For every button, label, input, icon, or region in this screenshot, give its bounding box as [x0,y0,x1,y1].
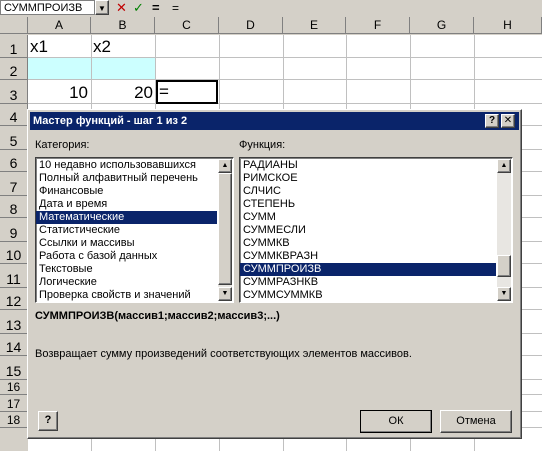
scroll-up-icon[interactable]: ▲ [497,159,511,173]
dialog-title: Мастер функций - шаг 1 из 2 [33,115,188,127]
scroll-thumb[interactable] [497,255,511,277]
row-header-17[interactable]: 17 [0,395,28,412]
category-listbox[interactable]: 10 недавно использовавшихся Полный алфави… [35,157,234,303]
close-icon[interactable]: ✕ [501,114,515,128]
row-header-15[interactable]: 15 [0,356,28,380]
row-headers: 1 2 3 4 5 6 7 8 9 10 11 12 13 14 15 16 1… [0,35,28,451]
title-help-button[interactable]: ? [485,114,499,128]
row-header-2[interactable]: 2 [0,58,28,80]
category-list-item[interactable]: Логические [36,276,217,289]
column-header-g[interactable]: G [410,17,474,34]
function-listbox[interactable]: РАДИАНЫ РИМСКОЕ СЛЧИС СТЕПЕНЬ СУММ СУММЕСЛИ СУ… [239,157,513,303]
scroll-down-icon[interactable]: ▼ [218,287,232,301]
function-list-item[interactable]: СУММПРОИЗВ [240,263,496,276]
function-list-item[interactable]: СУММРАЗНКВ [240,276,496,289]
scroll-down-icon[interactable]: ▼ [497,287,511,301]
cancel-button[interactable]: Отмена [440,410,512,433]
help-icon[interactable]: ? [38,411,58,431]
select-all-corner[interactable] [0,17,28,34]
cancel-entry-icon[interactable]: ✕ [116,0,127,16]
ok-button[interactable]: ОК [360,410,432,433]
cell-c3[interactable]: = [159,82,169,102]
category-list-item[interactable]: Ссылки и массивы [36,237,217,250]
cell-a1[interactable]: x1 [30,37,48,57]
column-header-h[interactable]: H [474,17,542,34]
function-description: Возвращает сумму произведений соответств… [35,348,412,360]
function-list-item[interactable]: РИМСКОЕ [240,172,496,185]
category-list-item[interactable]: Дата и время [36,198,217,211]
row-header-8[interactable]: 8 [0,196,28,218]
category-scrollbar[interactable]: ▲ ▼ [218,159,232,301]
row-header-10[interactable]: 10 [0,242,28,264]
row-header-1[interactable]: 1 [0,35,28,58]
row-header-7[interactable]: 7 [0,172,28,196]
function-list-item[interactable]: СУММКВРАЗН [240,250,496,263]
function-list-item[interactable]: СУММСУММКВ [240,289,496,302]
row-header-3[interactable]: 3 [0,80,28,104]
row-header-16[interactable]: 16 [0,380,28,395]
category-list-item[interactable]: Математические [36,211,217,224]
cell-b3[interactable]: 20 [92,83,153,103]
function-label: Функция: [239,139,286,151]
category-list-item[interactable]: Текстовые [36,263,217,276]
cell-b1[interactable]: x2 [93,37,111,57]
scroll-thumb[interactable] [218,173,232,285]
category-list-item[interactable]: 10 недавно использовавшихся [36,159,217,172]
row-header-9[interactable]: 9 [0,218,28,242]
row-header-18[interactable]: 18 [0,412,28,428]
row-header-13[interactable]: 13 [0,310,28,334]
category-list-item[interactable]: Проверка свойств и значений [36,289,217,302]
row-header-11[interactable]: 11 [0,264,28,288]
category-list-item[interactable]: Полный алфавитный перечень [36,172,217,185]
function-list-item[interactable]: СУММКВ [240,237,496,250]
formula-bar: СУММПРОИЗВ ▼ ✕ ✓ = = [0,0,542,18]
row-header-4[interactable]: 4 [0,104,28,126]
row-header-12[interactable]: 12 [0,288,28,310]
formula-input[interactable]: = [172,0,179,16]
function-list-item[interactable]: СУММЕСЛИ [240,224,496,237]
category-list-item[interactable]: Статистические [36,224,217,237]
column-header-e[interactable]: E [283,17,346,34]
column-headers: A B C D E F G H [0,17,542,35]
column-header-a[interactable]: A [28,17,91,34]
name-box-dropdown-icon[interactable]: ▼ [95,0,109,15]
row-header-14[interactable]: 14 [0,334,28,356]
row-header-6[interactable]: 6 [0,150,28,172]
function-list-item[interactable]: СУММ [240,211,496,224]
function-syntax: СУММПРОИЗВ(массив1;массив2;массив3;...) [35,310,280,322]
scroll-up-icon[interactable]: ▲ [218,159,232,173]
function-wizard-dialog: Мастер функций - шаг 1 из 2 ? ✕ Категори… [27,109,522,439]
column-header-c[interactable]: C [155,17,219,34]
name-box[interactable]: СУММПРОИЗВ [0,0,95,15]
enter-check-icon[interactable]: ✓ [133,0,144,16]
column-header-d[interactable]: D [219,17,283,34]
function-list-item[interactable]: РАДИАНЫ [240,159,496,172]
category-list-item[interactable]: Работа с базой данных [36,250,217,263]
function-scrollbar[interactable]: ▲ ▼ [497,159,511,301]
function-list-item[interactable]: СЛЧИС [240,185,496,198]
edit-formula-icon[interactable]: = [152,0,160,16]
cell-a3[interactable]: 10 [28,83,88,103]
column-header-f[interactable]: F [346,17,410,34]
function-list-item[interactable]: СТЕПЕНЬ [240,198,496,211]
row-header-5[interactable]: 5 [0,126,28,150]
category-list-item[interactable]: Финансовые [36,185,217,198]
column-header-b[interactable]: B [91,17,155,34]
dialog-title-bar[interactable]: Мастер функций - шаг 1 из 2 ? ✕ [30,112,519,130]
category-label: Категория: [35,139,90,151]
